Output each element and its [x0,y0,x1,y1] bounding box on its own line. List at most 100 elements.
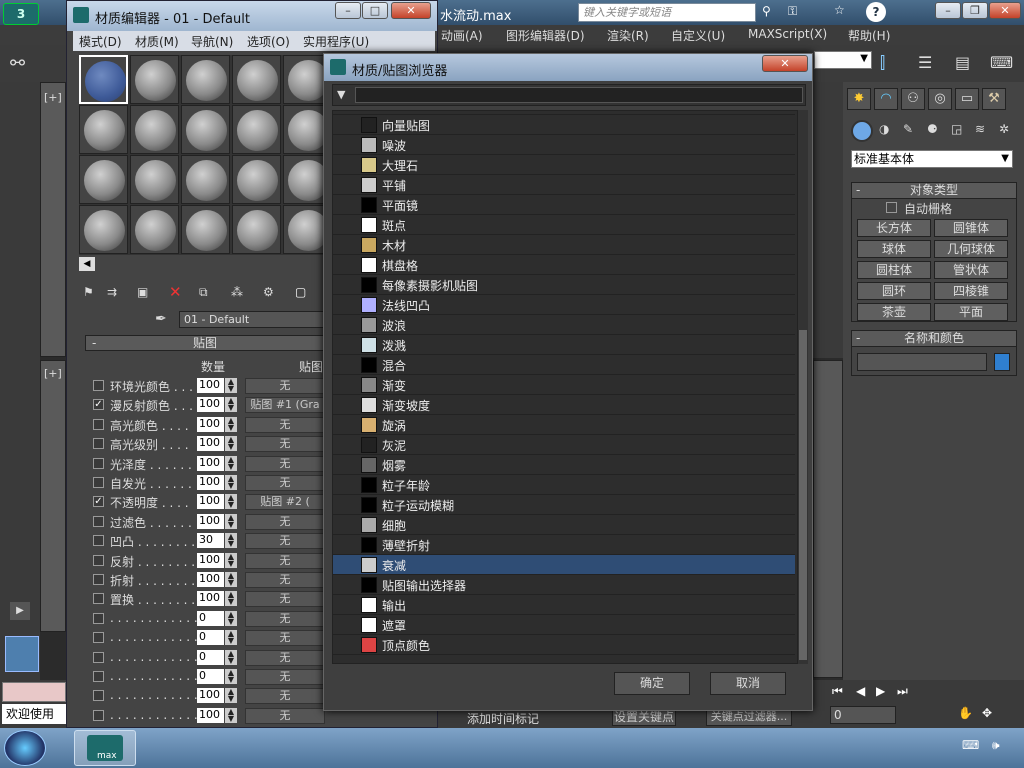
map-enable-checkbox[interactable] [93,690,104,702]
me-menu-utilities[interactable]: 实用程序(U) [303,33,369,50]
key-icon[interactable]: ⚿ [788,4,797,19]
object-box-button[interactable]: 长方体 [857,219,931,237]
object-torus-button[interactable]: 圆环 [857,282,931,300]
map-amount-input[interactable]: 100 [197,513,224,529]
map-list-item[interactable]: 烟雾 [333,455,795,475]
viewport-label[interactable]: [+] [44,367,62,380]
material-sample-slot[interactable] [79,55,128,104]
browser-search-input[interactable] [355,87,803,103]
material-sample-slot[interactable] [232,105,281,154]
material-sample-slot[interactable] [79,105,128,154]
map-enable-checkbox[interactable] [93,632,104,644]
map-enable-checkbox[interactable] [93,380,104,391]
map-enable-checkbox[interactable] [93,477,104,488]
get-material-icon[interactable]: ⚑ [83,285,94,299]
material-sample-slot[interactable] [181,155,230,204]
amount-spinner[interactable]: ▲ ▼ [225,688,237,704]
material-sample-slot[interactable] [232,205,281,254]
display-tab-icon[interactable]: ▭ [955,88,979,110]
map-slot-button[interactable]: 无 [245,378,325,394]
put-to-scene-icon[interactable]: ⇉ [107,285,117,299]
material-sample-slot[interactable] [79,155,128,204]
object-category-dropdown[interactable]: 标准基本体 ▼ [851,150,1013,168]
layer-icon[interactable]: ▤ [955,53,970,72]
map-amount-input[interactable]: 100 [197,436,224,452]
map-list-item[interactable]: 输出 [333,595,795,615]
map-list-item[interactable]: 波浪 [333,315,795,335]
map-slot-button[interactable]: 无 [245,707,325,724]
menu-graph-editors[interactable]: 图形编辑器(D) [506,27,585,44]
start-button[interactable] [4,730,46,766]
material-sample-slot[interactable] [181,55,230,104]
ok-button[interactable]: 确定 [614,672,690,695]
goto-start-icon[interactable]: ⏮ [832,684,843,699]
map-enable-checkbox[interactable] [93,651,104,663]
viewport-layout-icon[interactable] [5,636,39,672]
add-time-tag[interactable]: 添加时间标记 [467,710,539,727]
object-pyramid-button[interactable]: 四棱锥 [934,282,1008,300]
map-amount-input[interactable]: 100 [197,707,224,723]
put-to-library-icon[interactable]: ⁂ [231,285,243,299]
map-amount-input[interactable]: 100 [197,397,224,413]
make-unique-icon[interactable]: ⧉ [199,285,208,300]
hierarchy-tab-icon[interactable]: ⚇ [901,88,925,110]
viewport-bottom-left[interactable]: [+] [40,360,66,632]
menu-help[interactable]: 帮助(H) [848,27,890,44]
map-slot-button[interactable]: 无 [245,416,325,433]
amount-spinner[interactable]: ▲ ▼ [225,513,237,529]
map-amount-input[interactable]: 0 [197,610,224,626]
amount-spinner[interactable]: ▲ ▼ [225,591,237,607]
max-restore-button[interactable]: ❐ [962,2,988,19]
map-list-item[interactable]: 贴图输出选择器 [333,575,795,595]
material-sample-slot[interactable] [283,105,329,154]
me-minimize-button[interactable]: – [335,2,361,19]
selection-set-dropdown[interactable]: ▼ [814,51,872,69]
max-logo-icon[interactable]: 3 [3,3,39,25]
map-slot-button[interactable]: 无 [245,533,325,550]
frame-input[interactable]: 0 [830,706,896,724]
amount-spinner[interactable]: ▲ ▼ [225,649,237,665]
material-sample-slot[interactable] [79,205,128,254]
taskbar-max-app[interactable]: max [74,730,136,766]
map-slot-button[interactable]: 无 [245,591,325,608]
orbit-icon[interactable]: ✥ [982,706,992,720]
amount-spinner[interactable]: ▲ ▼ [225,378,237,393]
show-map-icon[interactable]: ▢ [295,285,306,299]
map-amount-input[interactable]: 0 [197,669,224,684]
object-cylinder-button[interactable]: 圆柱体 [857,261,931,279]
map-list-item[interactable]: 渐变坡度 [333,395,795,415]
map-amount-input[interactable]: 100 [197,416,224,432]
play-icon[interactable]: ▶ [10,602,30,620]
map-list-item[interactable]: 棋盘格 [333,255,795,275]
browser-scrollbar[interactable] [798,110,808,664]
maxscript-listener[interactable] [2,682,66,702]
map-enable-checkbox[interactable] [93,612,104,624]
map-enable-checkbox[interactable] [93,438,104,450]
filter-icon[interactable]: ▼ [337,88,345,101]
geometry-icon[interactable] [851,120,873,142]
map-slot-button[interactable]: 贴图 #2 ( [245,494,325,511]
map-enable-checkbox[interactable] [93,554,104,566]
search-input[interactable]: 键入关键字或短语 [578,3,756,22]
map-amount-input[interactable]: 100 [197,572,224,587]
rollout-header[interactable]: - 名称和颜色 [852,331,1016,347]
object-sphere-button[interactable]: 球体 [857,240,931,258]
amount-spinner[interactable]: ▲ ▼ [225,533,237,549]
map-amount-input[interactable]: 100 [197,378,224,393]
map-list-item[interactable]: 细胞 [333,515,795,535]
me-maximize-button[interactable]: □ [362,2,388,19]
next-frame-icon[interactable]: ⏭ [897,684,908,699]
map-slot-button[interactable]: 无 [245,552,325,569]
browser-close-button[interactable]: ✕ [762,55,808,72]
menu-animation[interactable]: 动画(A) [441,27,483,44]
lights-icon[interactable]: ✎ [903,122,913,136]
map-slot-button[interactable]: 贴图 #1 (Gra [245,397,325,414]
map-enable-checkbox[interactable] [93,671,104,682]
map-list-item[interactable]: 灰泥 [333,435,795,455]
map-list-item[interactable]: 大理石 [333,155,795,175]
map-list-item[interactable]: 遮罩 [333,615,795,635]
map-enable-checkbox[interactable] [93,593,104,605]
object-teapot-button[interactable]: 茶壶 [857,303,931,321]
amount-spinner[interactable]: ▲ ▼ [225,669,237,684]
browser-titlebar[interactable]: 材质/贴图浏览器 ✕ [324,54,812,81]
